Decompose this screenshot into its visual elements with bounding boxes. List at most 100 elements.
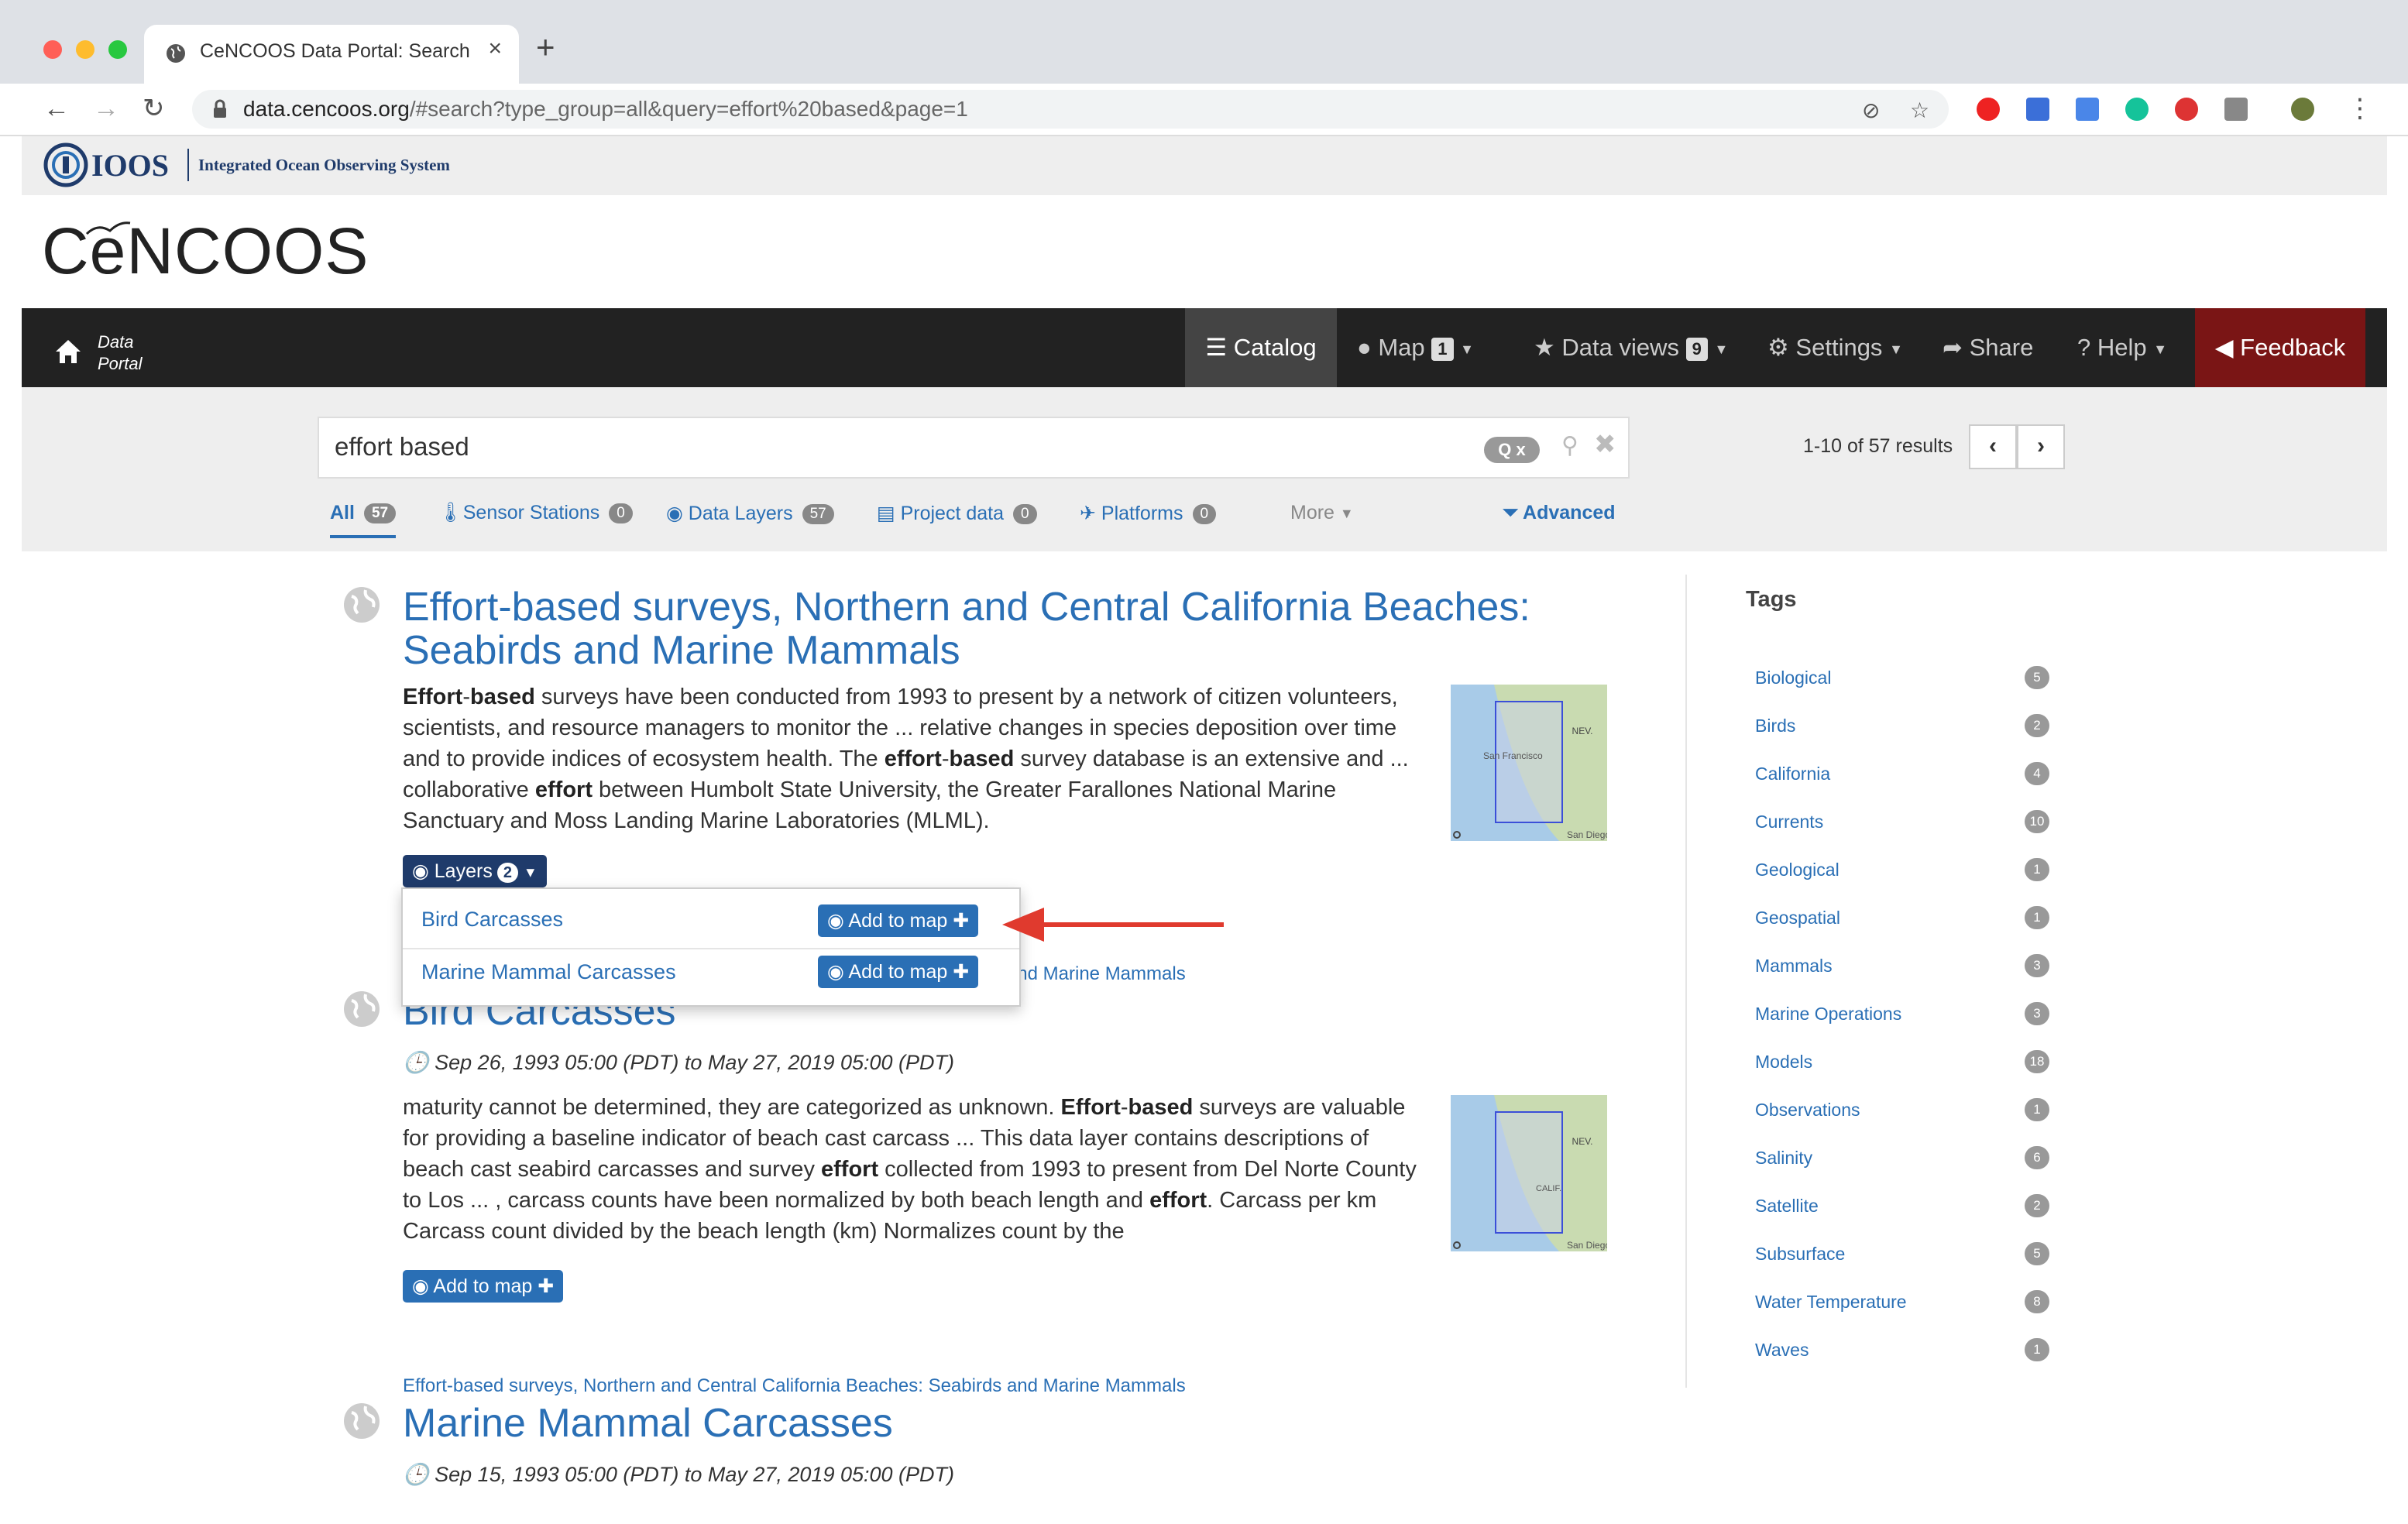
question-icon: ?	[2077, 334, 2091, 361]
tag-name[interactable]: Water Temperature	[1755, 1292, 1907, 1313]
tag-item[interactable]: Marine Operations 3	[1755, 999, 2049, 1030]
back-icon[interactable]: ←	[43, 91, 70, 125]
cencoos-logo[interactable]: CeNCOOS	[42, 214, 369, 289]
tag-item[interactable]: Biological 5	[1755, 663, 2049, 694]
tag-name[interactable]: Geospatial	[1755, 908, 1840, 928]
next-page-button[interactable]: ›	[2017, 424, 2065, 469]
tag-item[interactable]: Geospatial 1	[1755, 903, 2049, 934]
ioos-subtitle[interactable]: Integrated Ocean Observing System	[198, 156, 450, 175]
thumb-state-label: NEV.	[1572, 1136, 1593, 1147]
menu-kebab-icon[interactable]: ⋮	[2347, 91, 2373, 125]
tag-item[interactable]: Currents 10	[1755, 807, 2049, 838]
tab-more[interactable]: More ▼	[1290, 502, 1354, 524]
layer-name[interactable]: Bird Carcasses	[421, 908, 563, 932]
extension-ghost-icon[interactable]	[2175, 98, 2198, 121]
tab-all[interactable]: All 57	[330, 502, 397, 538]
home-icon[interactable]	[53, 336, 84, 367]
tag-item[interactable]: California 4	[1755, 759, 2049, 790]
plus-icon: ✚	[953, 910, 970, 932]
extension-cap-icon[interactable]	[2026, 98, 2049, 121]
results-count: 1-10 of 57 results	[1803, 435, 1953, 457]
browser-tab[interactable]: CeNCOOS Data Portal: Search ×	[144, 25, 519, 84]
tag-name[interactable]: Birds	[1755, 716, 1795, 736]
tag-name[interactable]: Subsurface	[1755, 1244, 1845, 1265]
window-minimize-button[interactable]	[76, 40, 94, 59]
search-icon[interactable]: ⚲	[1561, 432, 1578, 459]
thumb-region-label: CALIF.	[1536, 1184, 1561, 1193]
tag-name[interactable]: Geological	[1755, 860, 1839, 880]
window-close-button[interactable]	[43, 40, 62, 59]
extension-grammarly-icon[interactable]	[2125, 98, 2149, 121]
nav-settings[interactable]: ⚙ Settings ▼	[1767, 308, 1903, 387]
tab-sensor-stations[interactable]: 🌡Sensor Stations 0	[438, 502, 633, 524]
tab-data-layers[interactable]: ◉ Data Layers 57	[666, 502, 834, 525]
tag-count-badge: 5	[2025, 666, 2049, 689]
nav-map[interactable]: ● Map 1 ▼	[1357, 308, 1474, 387]
map-count-badge: 1	[1431, 337, 1454, 361]
new-tab-icon[interactable]: +	[536, 31, 555, 64]
layer-name[interactable]: Marine Mammal Carcasses	[421, 960, 676, 984]
add-to-map-button[interactable]: ◉ Add to map ✚	[818, 956, 979, 988]
forward-icon[interactable]: →	[93, 91, 119, 125]
clear-query-pill[interactable]: Q x	[1484, 437, 1540, 463]
tag-name[interactable]: Mammals	[1755, 956, 1833, 977]
translate-icon[interactable]: ⊘	[1862, 98, 1880, 123]
map-thumbnail[interactable]: NEV. CALIF. San Diego	[1451, 1095, 1607, 1251]
tag-name[interactable]: Observations	[1755, 1100, 1860, 1121]
data-portal-label[interactable]: Data Portal	[98, 331, 142, 375]
tag-name[interactable]: Marine Operations	[1755, 1004, 1901, 1025]
tag-item[interactable]: Models 18	[1755, 1047, 2049, 1078]
nav-data-views[interactable]: ★ Data views 9 ▼	[1534, 308, 1728, 387]
tag-name[interactable]: Currents	[1755, 812, 1823, 832]
layer-menu-item[interactable]: Marine Mammal Carcasses ◉ Add to map ✚	[403, 949, 1019, 1001]
tab-platforms[interactable]: ✈ Platforms 0	[1080, 502, 1217, 525]
window-zoom-button[interactable]	[108, 40, 127, 59]
profile-avatar[interactable]	[2291, 98, 2314, 121]
layers-dropdown-button[interactable]: ◉ Layers 2 ▼	[403, 855, 547, 887]
tag-name[interactable]: Salinity	[1755, 1148, 1812, 1169]
address-bar[interactable]: data.cencoos.org/#search?type_group=all&…	[192, 90, 1949, 129]
nav-catalog[interactable]: ☰ Catalog	[1185, 308, 1337, 387]
layer-menu-item[interactable]: Bird Carcasses ◉ Add to map ✚	[403, 897, 1019, 948]
layers-count-badge: 2	[496, 863, 518, 883]
tag-name[interactable]: Biological	[1755, 668, 1831, 688]
advanced-filter-link[interactable]: ⏷ Advanced	[1503, 502, 1616, 524]
tab-project-data[interactable]: ▤ Project data 0	[877, 502, 1037, 525]
tag-item[interactable]: Satellite 2	[1755, 1191, 2049, 1222]
tag-item[interactable]: Waves 1	[1755, 1335, 2049, 1366]
result-title[interactable]: Marine Mammal Carcasses	[403, 1402, 893, 1445]
ioos-logo-icon	[43, 142, 88, 187]
add-to-map-button[interactable]: ◉ Add to map ✚	[818, 904, 979, 937]
extension-css-icon[interactable]	[2224, 98, 2248, 121]
tag-count-badge: 8	[2025, 1290, 2049, 1313]
tag-item[interactable]: Mammals 3	[1755, 951, 2049, 982]
tag-name[interactable]: Satellite	[1755, 1196, 1819, 1217]
tag-item[interactable]: Birds 2	[1755, 711, 2049, 742]
reload-icon[interactable]: ↻	[143, 91, 165, 125]
layers-dropdown-menu: Bird Carcasses ◉ Add to map ✚ Marine Mam…	[401, 887, 1021, 1007]
tag-item[interactable]: Salinity 6	[1755, 1143, 2049, 1174]
extension-translate-icon[interactable]	[2076, 98, 2099, 121]
nav-help[interactable]: ? Help ▼	[2077, 308, 2167, 387]
close-icon[interactable]: ✖	[1594, 429, 1616, 460]
add-to-map-button[interactable]: ◉ Add to map ✚	[403, 1270, 564, 1303]
tab-close-icon[interactable]: ×	[488, 36, 502, 62]
search-input[interactable]: effort based Q x ⚲ ✖	[318, 417, 1630, 479]
nav-share[interactable]: ➦ Share	[1943, 308, 2033, 387]
parent-dataset-link[interactable]: Effort-based surveys, Northern and Centr…	[403, 1375, 1186, 1397]
nav-feedback[interactable]: ◀ Feedback	[2195, 308, 2365, 387]
tag-item[interactable]: Geological 1	[1755, 855, 2049, 886]
result-title[interactable]: Effort-based surveys, Northern and Centr…	[403, 585, 1530, 672]
extension-opera-icon[interactable]	[1977, 98, 2000, 121]
ioos-name[interactable]: IOOS	[91, 147, 169, 184]
bookmark-star-icon[interactable]: ☆	[1910, 98, 1929, 123]
tag-item[interactable]: Water Temperature 8	[1755, 1287, 2049, 1318]
tag-count-badge: 10	[2025, 810, 2049, 833]
tag-item[interactable]: Subsurface 5	[1755, 1239, 2049, 1270]
map-thumbnail[interactable]: NEV. San Francisco San Diego	[1451, 685, 1607, 841]
tag-name[interactable]: California	[1755, 764, 1830, 784]
prev-page-button[interactable]: ‹	[1969, 424, 2017, 469]
tag-name[interactable]: Models	[1755, 1052, 1812, 1073]
tag-item[interactable]: Observations 1	[1755, 1095, 2049, 1126]
tag-name[interactable]: Waves	[1755, 1340, 1809, 1361]
